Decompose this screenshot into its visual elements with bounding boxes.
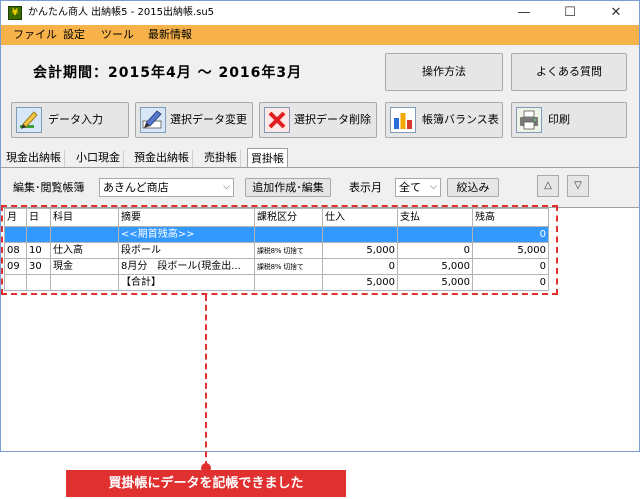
menu-settings[interactable]: 設定 <box>63 27 85 43</box>
minimize-button[interactable]: — <box>501 1 547 25</box>
delete-selected-label: 選択データ削除 <box>294 113 371 126</box>
caption-banner: 買掛帳にデータを記帳できました <box>66 470 346 497</box>
bar-chart-icon <box>390 107 416 133</box>
delete-selected-button[interactable]: 選択データ削除 <box>259 102 377 138</box>
highlight-box <box>1 205 558 295</box>
tab-deposit[interactable]: 預金出納帳 <box>131 150 193 168</box>
accounting-period: 会計期間：2015年4月 ～ 2016年3月 <box>33 65 303 81</box>
month-select[interactable]: 全て ⌵ <box>395 178 441 197</box>
chevron-down-icon: ⌵ <box>430 182 437 192</box>
tab-receivable[interactable]: 売掛帳 <box>201 150 241 168</box>
tab-petty-cash[interactable]: 小口現金 <box>73 150 124 168</box>
edit-selected-label: 選択データ変更 <box>170 113 247 126</box>
book-select[interactable]: あきんど商店 ⌵ <box>99 178 234 197</box>
month-select-value: 全て <box>399 181 421 194</box>
print-button[interactable]: 印刷 <box>511 102 627 138</box>
move-up-button[interactable]: △ <box>537 175 559 197</box>
app-logo-icon: ¥ <box>8 6 22 20</box>
menu-bar: ファイル 設定 ツール 最新情報 <box>1 25 639 45</box>
maximize-button[interactable]: ☐ <box>547 1 593 25</box>
pencil-icon <box>16 107 42 133</box>
howto-button[interactable]: 操作方法 <box>385 53 503 91</box>
callout-line <box>205 295 207 467</box>
delete-x-icon <box>264 107 290 133</box>
balance-table-label: 帳簿バランス表 <box>422 113 499 126</box>
book-select-value: あきんど商店 <box>103 181 169 194</box>
month-label: 表示月 <box>349 181 382 194</box>
data-entry-label: データ入力 <box>48 113 103 126</box>
data-entry-button[interactable]: データ入力 <box>11 102 129 138</box>
menu-file[interactable]: ファイル <box>13 27 57 43</box>
tab-payable[interactable]: 買掛帳 <box>247 148 288 168</box>
add-edit-button[interactable]: 追加作成･編集 <box>245 178 331 197</box>
title-bar[interactable]: ¥ かんたん商人 出納帳5 - 2015出納帳.su5 — ☐ ✕ <box>1 1 639 25</box>
narrow-button[interactable]: 絞込み <box>447 178 499 197</box>
printer-icon <box>516 107 542 133</box>
ledger-tabs: 現金出納帳 小口現金 預金出納帳 売掛帳 買掛帳 <box>1 148 639 168</box>
tab-divider <box>1 167 639 168</box>
faq-button[interactable]: よくある質問 <box>511 53 627 91</box>
menu-news[interactable]: 最新情報 <box>148 27 192 43</box>
edit-selected-button[interactable]: 選択データ変更 <box>135 102 253 138</box>
balance-table-button[interactable]: 帳簿バランス表 <box>385 102 503 138</box>
close-button[interactable]: ✕ <box>593 1 639 25</box>
chevron-down-icon: ⌵ <box>223 182 230 192</box>
tab-cash[interactable]: 現金出納帳 <box>3 150 65 168</box>
edit-pen-icon <box>140 107 166 133</box>
book-label: 編集･閲覧帳簿 <box>13 181 85 194</box>
window-title: かんたん商人 出納帳5 - 2015出納帳.su5 <box>28 7 215 18</box>
menu-tools[interactable]: ツール <box>101 27 134 43</box>
move-down-button[interactable]: ▽ <box>567 175 589 197</box>
print-label: 印刷 <box>548 113 570 126</box>
